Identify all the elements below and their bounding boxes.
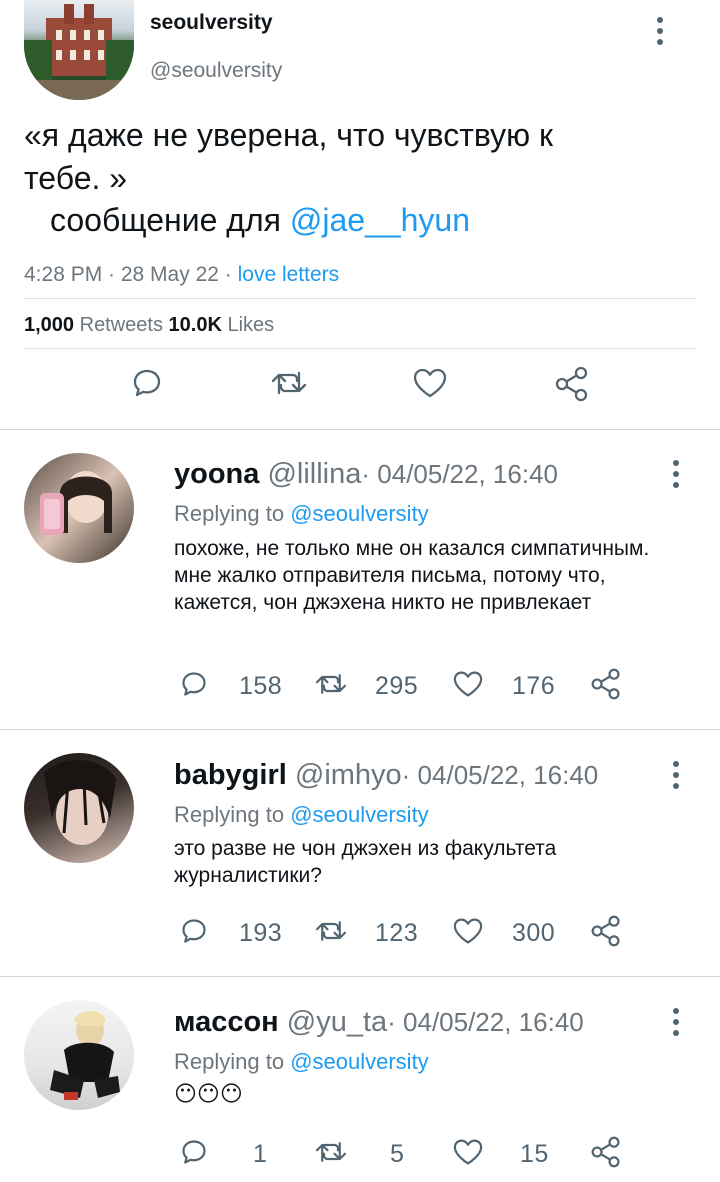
- reply-count: 1: [253, 1140, 268, 1168]
- likes-label: Likes: [221, 314, 275, 336]
- avatar[interactable]: [24, 453, 134, 563]
- reply-header: yoona @lillina· 04/05/22, 16:40: [174, 458, 558, 491]
- reply-count: 193: [239, 919, 283, 947]
- person-photo: [44, 760, 116, 845]
- retweet-icon[interactable]: [315, 670, 347, 698]
- display-name[interactable]: массон: [174, 1006, 279, 1038]
- retweets-label: Retweets: [74, 314, 169, 336]
- retweet-icon[interactable]: [315, 917, 347, 945]
- replying-to: Replying to @seoulversity: [174, 1049, 429, 1075]
- reply-text: похоже, не только мне он казался симпати…: [174, 537, 650, 614]
- handle[interactable]: @lillina: [267, 458, 361, 490]
- handle[interactable]: @imhyo: [295, 759, 402, 791]
- reply-text: 😶😶😶: [174, 1081, 243, 1106]
- replying-label: Replying to: [174, 1049, 291, 1074]
- divider: [0, 729, 720, 730]
- more-vertical-icon[interactable]: [648, 11, 672, 51]
- like-count: 300: [512, 919, 556, 947]
- tweet-text-prefix: сообщение для: [50, 202, 290, 238]
- handle[interactable]: @yu_ta: [287, 1006, 387, 1038]
- reply-header: babygirl @imhyo· 04/05/22, 16:40: [174, 759, 598, 792]
- more-vertical-icon[interactable]: [664, 755, 688, 795]
- replying-label: Replying to: [174, 802, 291, 827]
- tweet-time: 4:28 PM · 28 May 22 ·: [24, 263, 238, 286]
- replying-to: Replying to @seoulversity: [174, 501, 429, 527]
- heart-icon[interactable]: [452, 917, 484, 945]
- heart-icon[interactable]: [452, 670, 484, 698]
- reply-count: 158: [239, 672, 283, 700]
- replying-label: Replying to: [174, 501, 291, 526]
- heart-icon[interactable]: [452, 1138, 484, 1166]
- more-vertical-icon[interactable]: [664, 1002, 688, 1042]
- more-vertical-icon[interactable]: [664, 454, 688, 494]
- heart-icon[interactable]: [412, 367, 448, 399]
- retweets-count: 1,000: [24, 314, 75, 336]
- replying-handle-link[interactable]: @seoulversity: [290, 1049, 429, 1074]
- retweet-count: 295: [375, 672, 419, 700]
- speech-bubble-icon[interactable]: [180, 1138, 208, 1166]
- display-name[interactable]: babygirl: [174, 759, 287, 791]
- speech-bubble-icon[interactable]: [180, 917, 208, 945]
- retweet-icon[interactable]: [271, 367, 307, 399]
- retweet-icon[interactable]: [315, 1138, 347, 1166]
- replying-to: Replying to @seoulversity: [174, 802, 429, 828]
- retweet-count: 123: [375, 919, 419, 947]
- divider: [0, 429, 720, 430]
- display-name[interactable]: seoulversity: [150, 11, 273, 35]
- timestamp: · 04/05/22, 16:40: [387, 1007, 584, 1037]
- share-icon[interactable]: [590, 1135, 622, 1169]
- likes-count: 10.0K: [168, 314, 222, 336]
- avatar[interactable]: [24, 753, 134, 863]
- like-count: 176: [512, 672, 556, 700]
- tweet-text-line-2: тебе. »: [24, 160, 128, 196]
- reply-text: это разве не чон джэхен из факультета жу…: [174, 837, 557, 887]
- tweet-text-line-1: «я даже не уверена, что чувствую к: [24, 117, 554, 153]
- avatar[interactable]: [24, 0, 134, 100]
- source-link[interactable]: love letters: [238, 263, 340, 286]
- engagement-stats[interactable]: 1,000 Retweets 10.0K Likes: [24, 314, 274, 337]
- reply-header: массон @yu_ta· 04/05/22, 16:40: [174, 1006, 584, 1039]
- mention-link[interactable]: @jae__hyun: [290, 202, 470, 238]
- avatar[interactable]: [24, 1000, 134, 1110]
- like-count: 15: [520, 1140, 549, 1168]
- tweet-meta: 4:28 PM · 28 May 22 · love letters: [24, 263, 339, 287]
- share-icon[interactable]: [590, 914, 622, 948]
- building-photo: [24, 4, 134, 100]
- person-photo: [50, 1011, 120, 1100]
- divider: [0, 976, 720, 977]
- share-icon[interactable]: [554, 365, 590, 403]
- timestamp: · 04/05/22, 16:40: [361, 459, 558, 489]
- person-photo: [40, 471, 112, 535]
- timestamp: · 04/05/22, 16:40: [401, 760, 599, 790]
- speech-bubble-icon[interactable]: [180, 670, 208, 698]
- display-name[interactable]: yoona: [174, 458, 259, 490]
- retweet-count: 5: [390, 1140, 405, 1168]
- divider: [24, 298, 696, 299]
- speech-bubble-icon[interactable]: [131, 367, 163, 399]
- replying-handle-link[interactable]: @seoulversity: [290, 802, 429, 827]
- handle[interactable]: @seoulversity: [150, 59, 282, 83]
- replying-handle-link[interactable]: @seoulversity: [290, 501, 429, 526]
- divider: [24, 348, 696, 349]
- tweet-text-line-3: сообщение для @jae__hyun: [50, 202, 470, 239]
- share-icon[interactable]: [590, 667, 622, 701]
